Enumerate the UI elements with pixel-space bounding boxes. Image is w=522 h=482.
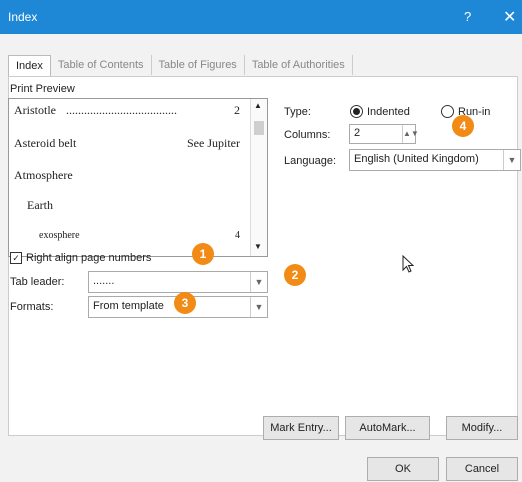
automark-button[interactable]: AutoMark... — [345, 416, 430, 440]
scroll-thumb[interactable] — [254, 121, 264, 135]
columns-value[interactable]: 2 — [354, 127, 360, 139]
tab-index[interactable]: Index — [8, 55, 51, 76]
preview-entry-text: Earth — [27, 198, 53, 212]
preview-entry-page: 2 — [234, 103, 240, 117]
language-label: Language: — [284, 155, 336, 167]
language-value[interactable]: English (United Kingdom) — [354, 153, 479, 165]
chevron-down-icon[interactable]: ▼ — [503, 150, 520, 170]
scroll-down-icon[interactable]: ▼ — [254, 242, 262, 251]
preview-entry: Asteroid belt See Jupiter — [14, 136, 246, 151]
columns-spinner[interactable]: 2 ▲▼ — [349, 124, 419, 144]
preview-entry-page: 4 — [235, 230, 240, 241]
right-align-label[interactable]: Right align page numbers — [26, 252, 151, 264]
columns-label: Columns: — [284, 129, 331, 141]
run-in-radio[interactable] — [441, 105, 454, 118]
tab-strip: Index Table of Contents Table of Figures… — [8, 55, 353, 77]
print-preview-box: Aristotle ..............................… — [8, 98, 268, 257]
cancel-button[interactable]: Cancel — [446, 457, 518, 481]
chevron-down-icon[interactable]: ▼ — [250, 297, 267, 317]
chevron-down-icon[interactable]: ▼ — [250, 272, 267, 292]
scroll-up-icon[interactable]: ▲ — [254, 101, 262, 110]
formats-label: Formats: — [10, 301, 54, 313]
formats-value[interactable]: From template — [93, 300, 164, 312]
callout-badge: 3 — [174, 292, 196, 314]
preview-entry: exosphere 4 — [39, 230, 246, 241]
indented-label[interactable]: Indented — [367, 106, 410, 118]
type-label: Type: — [284, 106, 311, 118]
title-bar: Index ? ✕ — [0, 0, 522, 34]
tab-leader-value[interactable]: ....... — [93, 275, 114, 287]
callout-badge: 1 — [192, 243, 214, 265]
tab-leader-dropdown[interactable]: ....... ▼ — [88, 271, 268, 293]
preview-entry-page: See Jupiter — [187, 136, 240, 150]
spinner-arrows-icon[interactable]: ▲▼ — [402, 125, 419, 143]
indented-radio[interactable] — [350, 105, 363, 118]
preview-entry: Aristotle ..............................… — [14, 103, 246, 118]
dialog-body: Index Table of Contents Table of Figures… — [0, 34, 522, 482]
window-title: Index — [8, 10, 38, 24]
help-icon[interactable]: ? — [464, 9, 471, 24]
preview-entry-text: Asteroid belt — [14, 136, 77, 150]
modify-button[interactable]: Modify... — [446, 416, 518, 440]
close-icon[interactable]: ✕ — [503, 7, 516, 27]
callout-badge: 4 — [452, 115, 474, 137]
ok-button[interactable]: OK — [367, 457, 439, 481]
tab-leader-label: Tab leader: — [10, 276, 65, 288]
mark-entry-button[interactable]: Mark Entry... — [263, 416, 339, 440]
right-align-checkbox[interactable]: ✓ — [10, 252, 22, 264]
mouse-cursor-icon — [402, 255, 415, 273]
leader-dots: ..................................... — [66, 103, 177, 117]
language-dropdown[interactable]: English (United Kingdom) ▼ — [349, 149, 521, 171]
preview-scrollbar[interactable]: ▲ ▼ — [250, 99, 267, 256]
callout-badge: 2 — [284, 264, 306, 286]
tab-table-of-contents[interactable]: Table of Contents — [51, 55, 152, 75]
tab-table-of-figures[interactable]: Table of Figures — [152, 55, 245, 75]
preview-entry-text: Aristotle — [14, 103, 56, 117]
print-preview-label: Print Preview — [10, 83, 75, 95]
preview-entry-text: Atmosphere — [14, 168, 73, 182]
tab-table-of-authorities[interactable]: Table of Authorities — [245, 55, 353, 75]
preview-entry-text: exosphere — [39, 230, 80, 241]
